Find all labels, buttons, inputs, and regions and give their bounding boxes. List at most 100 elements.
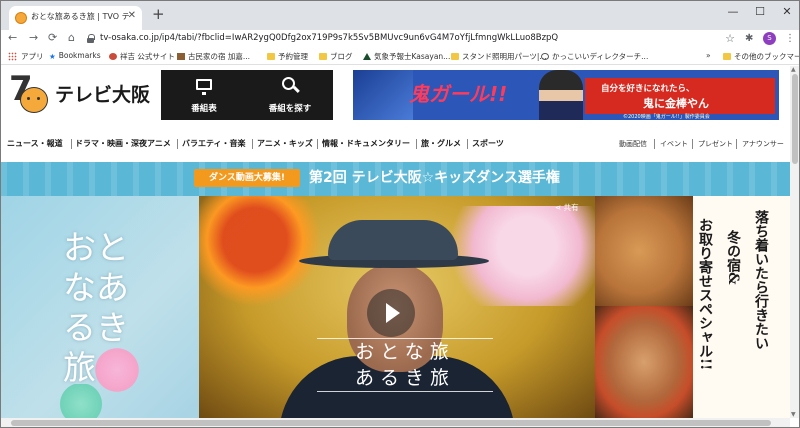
bookmark-apps[interactable]: アプリ — [21, 51, 44, 62]
browser-window: おとな旅あるき旅 | TVO テレビ大阪 ✕ + — ☐ ✕ ← → ⟳ ⌂ t… — [0, 0, 800, 428]
bookmark-director[interactable]: かっこいいディレクターチ... — [541, 51, 648, 62]
program-guide-button[interactable]: 番組表 — [161, 70, 247, 120]
divider — [252, 139, 253, 149]
link-present[interactable]: プレゼント — [698, 139, 733, 149]
extensions-icon[interactable]: ✱ — [745, 33, 753, 44]
divider — [177, 139, 178, 149]
hero-left-title: おとなあるき旅 — [63, 228, 129, 387]
scroll-down-icon[interactable]: ▼ — [791, 411, 796, 418]
close-window-icon[interactable]: ✕ — [777, 5, 797, 18]
genre-sports[interactable]: スポーツ — [472, 138, 504, 149]
bookmarks-more[interactable]: » — [706, 51, 711, 60]
genre-news[interactable]: ニュース・報道 — [7, 138, 63, 149]
page-content: 7 テレビ大阪 番組表 番組を探す 鬼ガール!! 自分を好きになれたら、 鬼に金… — [1, 66, 790, 418]
bookmark-kominka[interactable]: 古民家の宿 加嘉... — [177, 51, 250, 62]
maximize-icon[interactable]: ☐ — [750, 5, 770, 18]
divider — [71, 139, 72, 149]
green-bubble — [53, 384, 109, 418]
food-image-1 — [595, 196, 693, 306]
browser-tab[interactable]: おとな旅あるき旅 | TVO テレビ大阪 ✕ — [9, 6, 142, 30]
site-icon — [177, 53, 185, 60]
tab-strip: おとな旅あるき旅 | TVO テレビ大阪 ✕ + — ☐ ✕ — [1, 1, 799, 30]
bookmark-stand[interactable]: スタンド照明用パーツ|... — [451, 51, 547, 62]
bookmark-star-icon[interactable]: ☆ — [725, 32, 735, 45]
bookmark-official[interactable]: 祥吉 公式サイト — [109, 51, 175, 62]
divider — [692, 139, 693, 149]
link-events[interactable]: イベント — [660, 139, 688, 149]
program-guide-label: 番組表 — [191, 104, 217, 114]
genre-travel[interactable]: 旅・グルメ — [421, 138, 461, 149]
video-title-line-1: おとな旅 — [355, 341, 455, 363]
forward-icon[interactable]: → — [29, 32, 38, 44]
promo-column-1: 落ち着いたら行きたい — [753, 210, 769, 350]
tv-icon — [196, 79, 212, 95]
link-announcer[interactable]: アナウンサー — [742, 139, 784, 149]
folder-icon — [723, 53, 731, 60]
bookmark-blog[interactable]: ブログ — [319, 51, 353, 62]
bookmark-weather[interactable]: 気象予報士Kasayan... — [363, 51, 450, 62]
promo-column-2: 冬の宿& — [725, 230, 741, 285]
bookmark-reservation[interactable]: 予約管理 — [267, 51, 308, 62]
bookmark-bookmarks[interactable]: ★ Bookmarks — [49, 51, 101, 61]
autumn-leaves — [199, 196, 339, 306]
new-tab-button[interactable]: + — [152, 7, 165, 22]
reload-icon[interactable]: ⟳ — [48, 32, 57, 44]
banner-copy-2: 鬼に金棒やん — [643, 97, 709, 110]
genre-nav: ニュース・報道 ドラマ・映画・深夜アニメ バラエティ・音楽 アニメ・キッズ 情報… — [1, 136, 790, 152]
divider — [317, 139, 318, 149]
site-logo[interactable]: 7 — [9, 71, 53, 113]
genre-variety[interactable]: バラエティ・音楽 — [182, 138, 246, 149]
home-icon[interactable]: ⌂ — [68, 32, 75, 44]
genre-anime[interactable]: アニメ・キッズ — [257, 138, 313, 149]
address-bar[interactable]: tv-osaka.co.jp/ip4/tabi/?fbclid=IwAR2ygQ… — [87, 31, 737, 47]
video-title-line-2: あるき旅 — [354, 367, 455, 389]
hero-right-panel[interactable]: お取り寄せスペシャル!! 冬の宿& 落ち着いたら行きたい — [595, 196, 790, 418]
divider — [416, 139, 417, 149]
logo-text[interactable]: テレビ大阪 — [55, 80, 150, 107]
menu-icon[interactable]: ⋮ — [785, 33, 795, 44]
scroll-thumb[interactable] — [792, 74, 798, 164]
lock-icon[interactable] — [87, 34, 95, 43]
globe-icon — [541, 53, 549, 60]
mountain-icon — [363, 53, 371, 60]
link-streaming[interactable]: 動画配信 — [619, 139, 647, 149]
banner-title: 鬼ガール!! — [409, 82, 508, 106]
video-title: おとな旅 あるき旅 — [317, 338, 493, 392]
genre-documentary[interactable]: 情報・ドキュメンタリー — [322, 138, 410, 149]
hscroll-thumb[interactable] — [11, 420, 771, 426]
share-icon: ⋖ — [555, 203, 564, 212]
divider — [736, 139, 737, 149]
bookmark-other[interactable]: その他のブックマーク — [723, 51, 799, 62]
dance-banner[interactable]: ダンス動画大募集! 第2回 テレビ大阪☆キッズダンス選手権 — [1, 162, 790, 196]
browser-toolbar: ← → ⟳ ⌂ tv-osaka.co.jp/ip4/tabi/?fbclid=… — [1, 30, 799, 48]
scroll-up-icon[interactable]: ▲ — [791, 66, 796, 73]
mascot-icon — [20, 87, 48, 113]
folder-icon — [267, 53, 275, 60]
folder-icon — [451, 53, 459, 60]
share-button[interactable]: ⋖ 共有 — [555, 202, 579, 213]
dance-title: 第2回 テレビ大阪☆キッズダンス選手権 — [309, 170, 560, 186]
site-icon — [109, 53, 117, 60]
search-icon — [282, 77, 295, 90]
video-player[interactable]: ⋖ 共有 おとな旅 あるき旅 — [199, 196, 595, 418]
search-program-label: 番組を探す — [268, 104, 312, 114]
hero-section: おとなあるき旅 ⋖ 共有 おとな旅 あるき旅 お取り寄せスペシャル!! 冬の宿&… — [1, 196, 790, 418]
genre-drama[interactable]: ドラマ・映画・深夜アニメ — [75, 138, 171, 149]
profile-avatar[interactable]: S — [763, 32, 776, 45]
hero-left-panel[interactable]: おとなあるき旅 — [1, 196, 199, 418]
ad-banner[interactable]: 鬼ガール!! 自分を好きになれたら、 鬼に金棒やん ©2020映画「鬼ガール!!… — [353, 70, 779, 120]
horizontal-scrollbar[interactable] — [1, 418, 790, 427]
tab-close-icon[interactable]: ✕ — [128, 10, 136, 21]
food-image-2 — [595, 306, 693, 418]
play-icon[interactable] — [367, 289, 415, 337]
vertical-scrollbar[interactable]: ▲ ▼ — [790, 66, 799, 418]
search-program-button[interactable]: 番組を探す — [247, 70, 333, 120]
apps-grid-icon[interactable] — [8, 52, 17, 61]
divider — [467, 139, 468, 149]
banner-figures — [353, 70, 413, 120]
minimize-icon[interactable]: — — [723, 5, 743, 18]
promo-column-3: お取り寄せスペシャル!! — [697, 218, 713, 371]
banner-credit: ©2020映画「鬼ガール!!」製作委員会 — [623, 114, 710, 120]
url-text: tv-osaka.co.jp/ip4/tabi/?fbclid=IwAR2ygQ… — [100, 33, 559, 43]
back-icon[interactable]: ← — [8, 32, 17, 44]
